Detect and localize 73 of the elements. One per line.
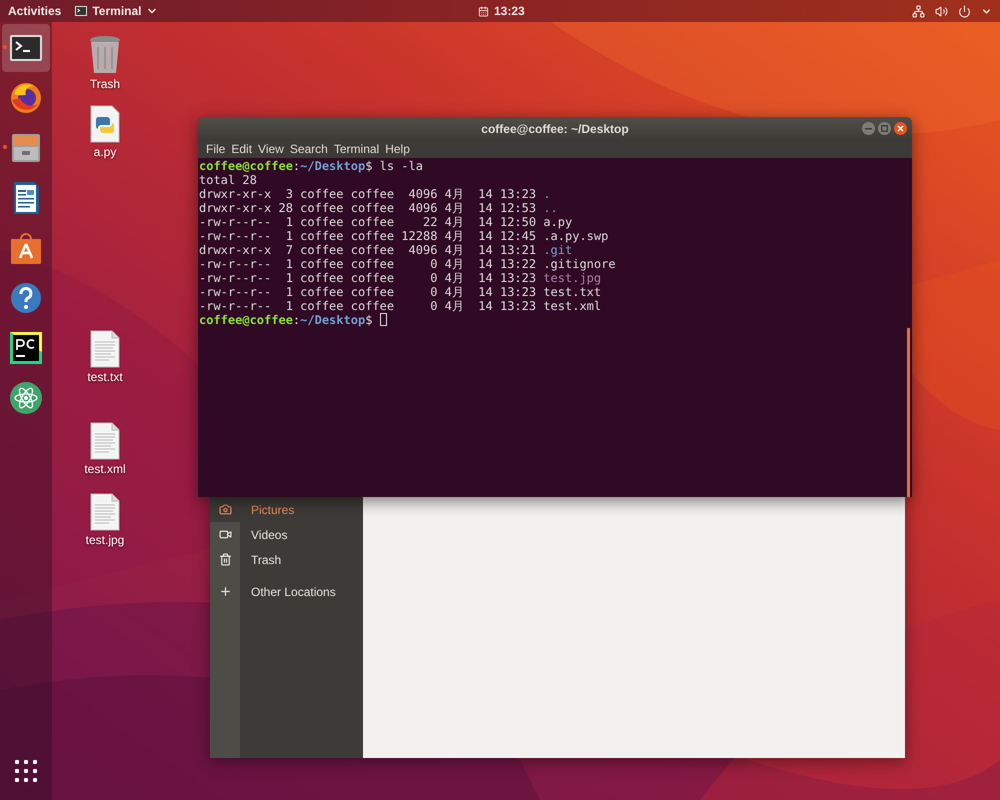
sidebar-item[interactable]: Videos [240,522,363,547]
close-icon [897,125,904,132]
prompt-user: coffee@coffee [199,159,293,173]
file-name: test.jpg [543,271,602,285]
menu-item[interactable]: Search [286,142,331,156]
desktop-icon-label[interactable]: a.py [94,145,116,159]
minimize-icon [865,125,872,132]
menu-item[interactable]: Help [382,142,413,156]
dock-item[interactable] [2,24,50,72]
calendar-icon[interactable] [478,6,489,16]
text-file-icon[interactable] [89,330,121,368]
help-icon[interactable] [8,280,44,316]
file-details: -rw-r--r-- 1 coffee coffee 22 4月 14 12:50 [199,215,536,229]
sidebar-item[interactable]: Pictures [240,497,363,522]
command-text: $ ls -la [365,159,423,173]
file-name: .a.py.swp [543,229,608,243]
plus-icon [218,585,232,598]
menu-item[interactable]: View [255,142,287,156]
network-icon[interactable] [912,4,925,18]
camera-icon [218,503,232,516]
desktop-icon-label[interactable]: test.txt [87,370,123,384]
file-name: .. [543,201,558,215]
sidebar-item[interactable]: Trash [240,547,363,572]
browser-icon[interactable] [8,80,44,116]
maximize-icon [881,125,888,132]
app-grid-icon[interactable] [14,759,38,783]
desktop-icon-label[interactable]: Trash [90,77,120,91]
file-details: -rw-r--r-- 1 coffee coffee 12288 4月 14 12:45 [199,229,536,243]
ide-icon[interactable] [8,330,44,366]
output-line: total 28 [199,173,257,187]
close-button[interactable] [894,122,907,135]
window-title: coffee@coffee: ~/Desktop [481,122,629,136]
prompt-separator: : [292,313,300,327]
file-name: a.py [543,215,572,229]
menu-item[interactable]: Terminal [330,142,382,156]
file-details: -rw-r--r-- 1 coffee coffee 0 4月 14 13:23 [199,285,536,299]
file-details: -rw-r--r-- 1 coffee coffee 0 4月 14 13:23 [199,271,536,285]
text-file-icon[interactable] [89,422,121,460]
file-name: . [543,187,551,201]
file-name: .gitignore [543,257,616,271]
file-details: drwxr-xr-x 3 coffee coffee 4096 4月 14 13:23 [199,187,536,201]
trash-icon [218,553,232,566]
scrollbar[interactable] [907,328,910,497]
clock[interactable]: 13:23 [494,4,525,18]
file-details: -rw-r--r-- 1 coffee coffee 0 4月 14 13:22 [199,257,536,271]
terminal-icon [75,6,88,16]
power-icon[interactable] [958,4,971,18]
minimize-button[interactable] [862,122,875,135]
file-details: drwxr-xr-x 28 coffee coffee 4096 4月 14 12:53 [199,201,536,215]
menu-item[interactable]: Edit [228,142,256,156]
command-text: $ [365,313,372,327]
activities-button[interactable]: Activities [8,4,62,18]
prompt-path: ~/Desktop [300,159,366,173]
video-icon [218,528,232,541]
desktop-icon-label[interactable]: test.xml [84,462,126,476]
atom-icon[interactable] [8,380,44,416]
desktop-icon-label[interactable]: test.jpg [86,533,124,547]
file-details: drwxr-xr-x 7 coffee coffee 4096 4月 14 13:21 [199,243,536,257]
file-name: test.txt [543,285,602,299]
volume-icon[interactable] [935,4,948,18]
python-file-icon[interactable] [89,105,121,143]
prompt-separator: : [292,159,300,173]
trash-icon[interactable] [88,35,122,75]
file-name: test.xml [543,299,602,313]
file-details: -rw-r--r-- 1 coffee coffee 0 4月 14 13:23 [199,299,536,313]
file-name: .git [543,243,572,257]
sidebar-item[interactable]: Other Locations [240,579,363,604]
app-menu[interactable]: Terminal [75,4,158,18]
prompt-user: coffee@coffee [199,313,293,327]
menu-item[interactable]: File [203,142,228,156]
shopping-bag-icon[interactable] [8,230,44,266]
prompt-path: ~/Desktop [300,313,366,327]
text-file-icon[interactable] [89,493,121,531]
